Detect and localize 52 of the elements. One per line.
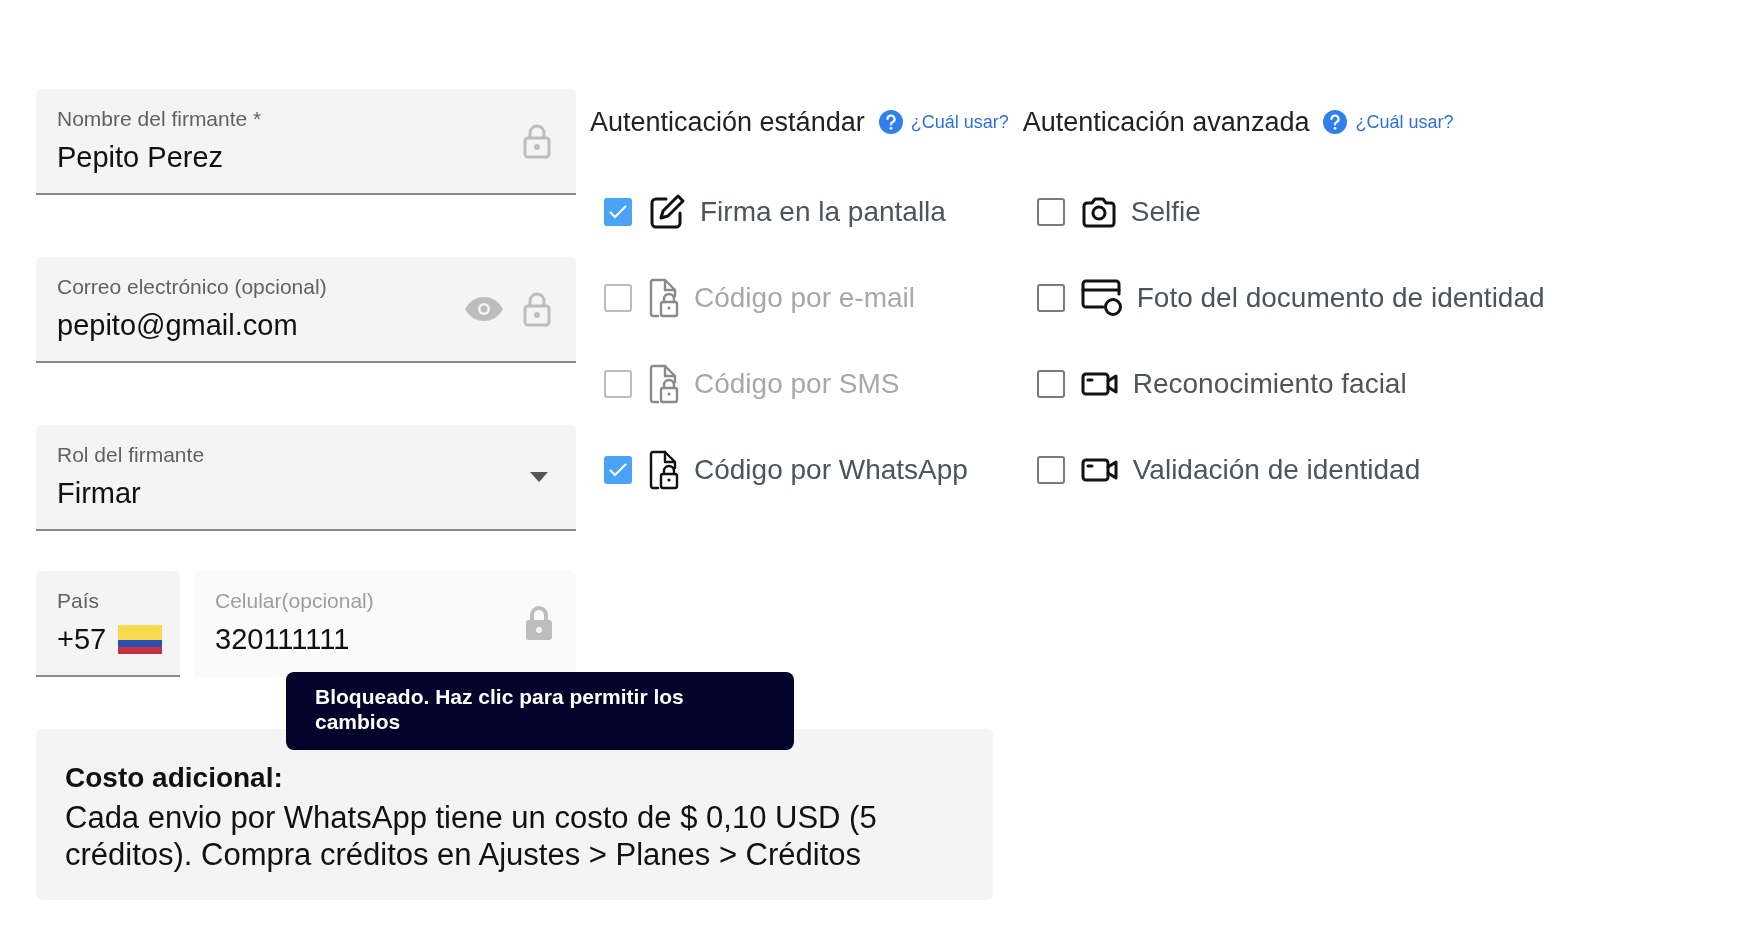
edit-icon <box>648 193 686 231</box>
country-field[interactable]: País +57 <box>36 571 180 677</box>
option-label: Foto del documento de identidad <box>1136 281 1545 315</box>
flag-icon <box>118 625 163 655</box>
section-title: Autenticación avanzada <box>1022 105 1310 139</box>
checkbox[interactable] <box>604 198 632 226</box>
file-lock-icon <box>648 450 680 490</box>
field-label: País <box>57 587 101 614</box>
check-icon <box>609 205 627 219</box>
help-icon[interactable] <box>878 110 903 134</box>
field-label: Correo electrónico (opcional) <box>57 273 328 300</box>
field-label: Rol del firmante <box>57 441 206 468</box>
option-label: Selfie <box>1130 195 1201 229</box>
option-label: Código por SMS <box>694 367 900 401</box>
field-label: Celular(opcional) <box>215 587 375 614</box>
checkbox[interactable] <box>1036 370 1065 398</box>
video-camera-icon <box>1080 456 1119 484</box>
checkbox[interactable] <box>1036 198 1065 226</box>
section-title: Autenticación estándar <box>590 105 865 139</box>
field-label: Nombre del firmante * <box>57 105 263 132</box>
checkbox[interactable] <box>1036 284 1065 312</box>
lock-icon[interactable] <box>522 291 552 327</box>
file-lock-icon <box>648 278 680 318</box>
option-label: Firma en la pantalla <box>700 195 946 229</box>
checkbox[interactable] <box>604 456 632 484</box>
input-field[interactable]: Correo electrónico (opcional) pepito@gmail.com <box>36 257 576 363</box>
input-field[interactable]: Nombre del firmante * Pepito Perez <box>36 89 576 195</box>
notice-text: Cada envio por WhatsApp tiene un costo de $ 0,10 USD (5 créditos). Compra créditos en Ajustes > Planes > Créditos <box>65 799 878 873</box>
field-value: Firmar <box>57 476 142 511</box>
help-icon[interactable] <box>1323 110 1348 134</box>
field-value: Pepito Perez <box>57 140 225 175</box>
help-link[interactable]: ¿Cuál usar? <box>1355 108 1454 136</box>
dropdown-caret-icon[interactable] <box>530 472 548 482</box>
option-label: Reconocimiento facial <box>1132 367 1407 401</box>
option-label: Código por e-mail <box>694 281 915 315</box>
option-label: Validación de identidad <box>1132 453 1421 487</box>
field-value: pepito@gmail.com <box>57 308 299 343</box>
tooltip: Bloqueado. Haz clic para permitir los cambios <box>286 672 794 750</box>
eye-icon[interactable] <box>464 296 504 322</box>
help-link[interactable]: ¿Cuál usar? <box>910 108 1009 136</box>
option-label: Código por WhatsApp <box>694 453 968 487</box>
select-field[interactable]: Rol del firmante Firmar <box>36 425 576 531</box>
lock-icon[interactable] <box>522 123 552 159</box>
field-value: 320111111 <box>215 622 351 657</box>
file-lock-icon <box>648 364 680 404</box>
field-value: +57 <box>57 622 107 657</box>
check-icon <box>609 463 627 477</box>
video-camera-icon <box>1080 370 1119 398</box>
id-card-camera-icon <box>1080 279 1123 317</box>
notice-title: Costo adicional: <box>65 761 284 795</box>
checkbox[interactable] <box>1036 456 1065 484</box>
camera-icon <box>1080 196 1117 228</box>
